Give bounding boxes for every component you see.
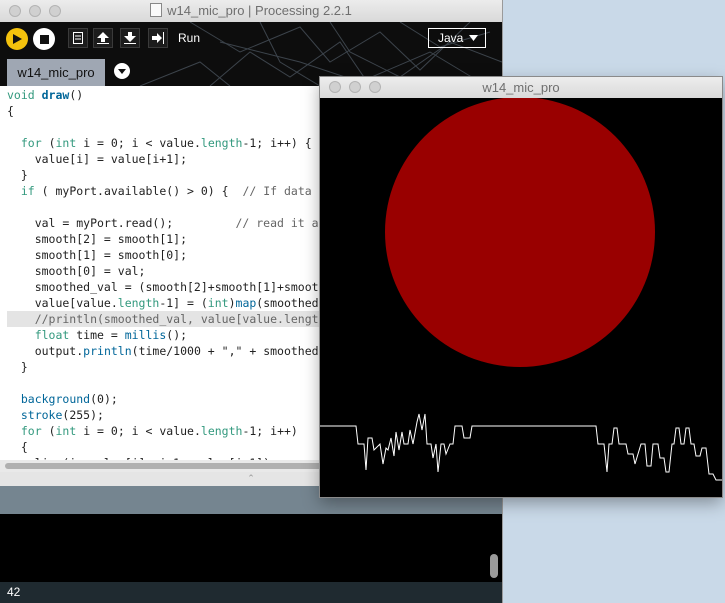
code-token: val = myPort.read(); [7, 216, 236, 230]
document-icon [150, 3, 163, 17]
export-icon [152, 32, 164, 44]
code-token: length [200, 136, 243, 150]
code-token: void [7, 88, 42, 102]
open-arrow-icon [97, 32, 109, 44]
code-token: value[value. [7, 296, 118, 310]
code-token: i = 0; i < value. [76, 136, 201, 150]
code-token: for [20, 136, 42, 150]
sketch-window: w14_mic_pro [320, 77, 722, 497]
code-token: -1; i++) { [242, 136, 312, 150]
new-file-icon [73, 32, 83, 44]
ide-title: w14_mic_pro | Processing 2.2.1 [0, 3, 502, 18]
code-token: //println(smoothed_val, value[value.leng… [7, 312, 319, 326]
code-token: value[i] = value[i+1]; [7, 152, 188, 166]
code-token: } [7, 360, 28, 374]
code-token: (time/1000 + "," + smoothed [131, 344, 319, 358]
new-button[interactable] [68, 28, 88, 48]
sketch-titlebar: w14_mic_pro [320, 77, 722, 99]
code-token: int [55, 136, 77, 150]
code-token: // read it a [235, 216, 319, 230]
code-token: background [20, 392, 91, 406]
save-arrow-icon [124, 32, 136, 44]
code-token: println [83, 344, 132, 358]
open-button[interactable] [93, 28, 113, 48]
tab-menu-button[interactable] [114, 63, 130, 79]
mode-label: Java [438, 31, 464, 45]
code-token: stroke [20, 408, 63, 422]
code-token: i = 0; i < value. [76, 424, 201, 438]
code-token: ( [41, 136, 56, 150]
code-token: -1; i++) [242, 424, 298, 438]
sketch-title: w14_mic_pro [482, 80, 560, 95]
code-token: length [200, 424, 243, 438]
tab-w14-mic-pro[interactable]: w14_mic_pro [7, 59, 105, 86]
stop-icon [39, 34, 49, 44]
code-token: ) [228, 296, 236, 310]
play-icon [13, 34, 22, 44]
code-token: ( [41, 424, 56, 438]
code-token: int [207, 296, 229, 310]
code-token: ( myPort.available() > 0) { [34, 184, 243, 198]
code-token: (0); [90, 392, 118, 406]
code-token: if [20, 184, 35, 198]
code-token: map [235, 296, 257, 310]
code-token: length [117, 296, 160, 310]
ide-title-text: w14_mic_pro | Processing 2.2.1 [167, 3, 352, 18]
code-token: time = [69, 328, 125, 342]
code-token: { [7, 104, 14, 118]
code-token: millis [124, 328, 167, 342]
code-token: (); [166, 328, 188, 342]
chevron-down-icon [469, 35, 479, 41]
tab-label: w14_mic_pro [17, 65, 95, 80]
run-label: Run [178, 31, 201, 45]
red-circle [385, 98, 655, 367]
code-token: smoothed_val = (smooth[2]+smooth[1]+smoo… [7, 280, 319, 294]
export-button[interactable] [148, 28, 168, 48]
code-token: smooth[1] = smooth[0]; [7, 248, 188, 262]
mode-selector[interactable]: Java [428, 28, 486, 48]
code-token: smooth[2] = smooth[1]; [7, 232, 188, 246]
code-token: smooth[0] = val; [7, 264, 146, 278]
code-token: int [55, 424, 77, 438]
code-token: (smoothed [256, 296, 319, 310]
code-token: { [7, 440, 28, 454]
run-button[interactable] [6, 28, 28, 50]
code-token: (255); [62, 408, 104, 422]
console-scroll-thumb[interactable] [490, 554, 498, 578]
sketch-canvas [320, 98, 722, 497]
code-token: // If data [242, 184, 312, 198]
console-area[interactable] [0, 514, 502, 582]
ide-titlebar: w14_mic_pro | Processing 2.2.1 [0, 0, 502, 23]
code-token: } [7, 168, 28, 182]
code-token: float [34, 328, 70, 342]
code-token: for [20, 424, 42, 438]
code-token: draw [41, 88, 70, 102]
code-token: output. [7, 344, 84, 358]
horizontal-scroll-thumb[interactable] [5, 463, 332, 469]
chevron-down-icon [118, 68, 126, 74]
code-token: () [69, 88, 84, 102]
save-button[interactable] [120, 28, 140, 48]
line-number-status: 42 [0, 582, 502, 603]
code-token: -1] = ( [159, 296, 208, 310]
stop-button[interactable] [33, 28, 55, 50]
